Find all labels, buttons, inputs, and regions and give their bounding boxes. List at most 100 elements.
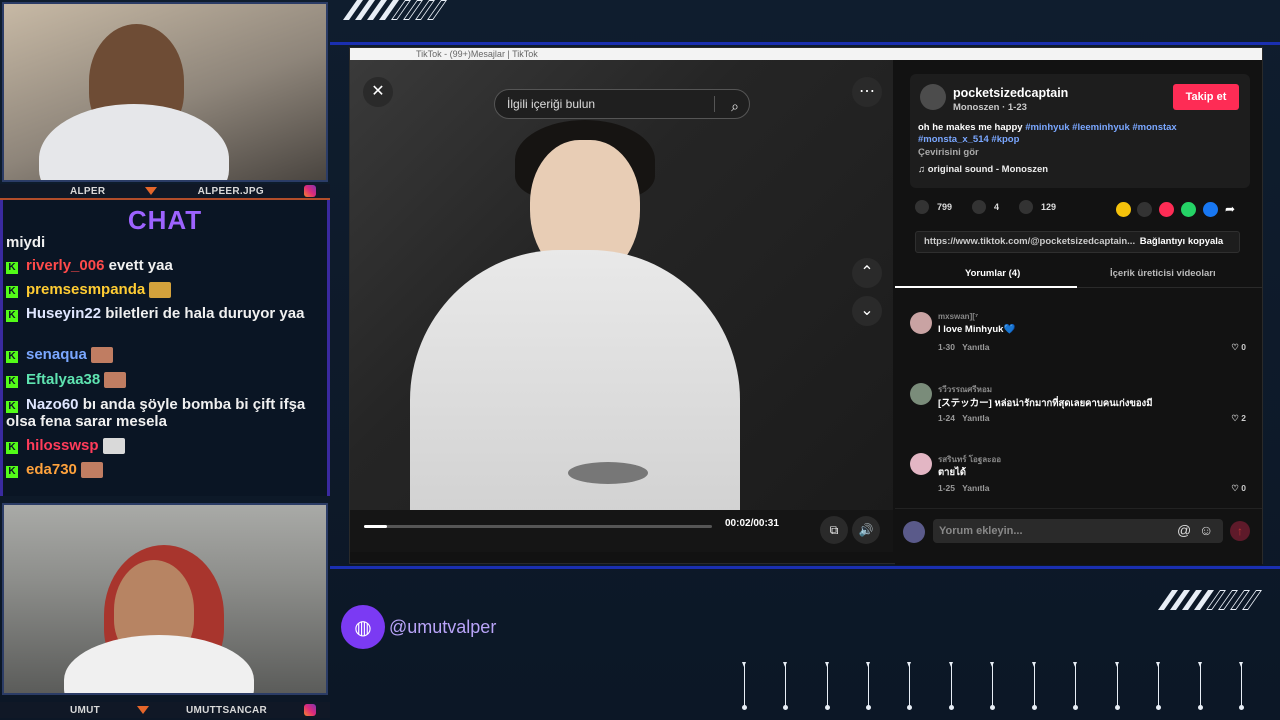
tick (949, 662, 954, 710)
chat-message: K Huseyin22 biletleri de hala duruyor yaa (6, 305, 322, 322)
embed-icon[interactable] (1137, 202, 1152, 217)
chat-message: Keda730 (6, 461, 322, 479)
chat-username[interactable]: riverly_006 (26, 257, 104, 274)
heart-icon[interactable] (915, 200, 929, 214)
share-arrow-icon[interactable]: ➦ (1225, 202, 1240, 217)
person-body (39, 104, 229, 180)
comment-like[interactable]: ♡ 0 (1231, 342, 1246, 353)
comment-avatar[interactable] (910, 312, 932, 334)
comment-text: I love Minhyuk💙 (938, 324, 1016, 335)
tick (1073, 662, 1078, 710)
tick (742, 662, 747, 710)
close-icon[interactable]: ✕ (363, 77, 393, 107)
chat-message: Kpremsesmpanda (6, 281, 322, 299)
cam1-name: ALPER (70, 185, 106, 197)
sound-name[interactable]: original sound - Monoszen (928, 164, 1048, 175)
whatsapp-icon[interactable] (1181, 202, 1196, 217)
chat-username[interactable]: eda730 (26, 461, 77, 478)
overlay-bottom-line (330, 566, 1280, 569)
search-placeholder: İlgili içeriği bulun (507, 97, 596, 111)
comment-text: [ステッカー] หล่อน่ารักมากที่สุดเลยคาบคนเก่งข… (938, 398, 1153, 409)
follow-button[interactable]: Takip et (1173, 84, 1239, 110)
reply-button[interactable]: Yanıtla (962, 342, 989, 352)
comment-avatar[interactable] (910, 453, 932, 475)
chat-username[interactable]: senaqua (26, 346, 87, 363)
comment-meta: 1-24 Yanıtla (938, 413, 990, 423)
reply-button[interactable]: Yanıtla (962, 413, 989, 423)
next-video-icon[interactable]: ⌄ (852, 296, 882, 326)
author-username[interactable]: pocketsizedcaptain (953, 86, 1068, 100)
tick (783, 662, 788, 710)
hashtags[interactable]: #minhyuk #leeminhyuk #monstax (1025, 122, 1177, 133)
browser-titlebar: TikTok - (99+)Mesajlar | TikTok (350, 48, 1262, 60)
tab-comments[interactable]: Yorumlar (4) (965, 268, 1020, 279)
stream-overlay: ALPER ALPEER.JPG CHAT miydi Kriverly_006… (0, 0, 1280, 720)
emote-icon (102, 438, 125, 455)
share-coin-icon[interactable] (1116, 202, 1131, 217)
webcam-alper (2, 2, 328, 182)
kick-icon: K (6, 286, 18, 298)
sound-row[interactable]: ♫ original sound - Monoszen (918, 164, 1048, 175)
progress-bar[interactable] (364, 525, 712, 528)
engagement-stats: 799 4 129 (915, 200, 1056, 214)
social-handle: ◍ @umutvalper (341, 605, 496, 649)
comment-date: 1-25 (938, 483, 956, 493)
mention-icon[interactable]: @ (1177, 522, 1191, 538)
chat-username[interactable]: Nazo60 (26, 396, 79, 413)
search-input[interactable]: İlgili içeriği bulun ⌕ (494, 89, 750, 119)
kick-icon: K (6, 442, 18, 454)
bookmark-icon[interactable] (1019, 200, 1034, 214)
kick-icon: K (6, 401, 18, 413)
kick-icon: K (6, 310, 18, 322)
nameplate-cam2: UMUT UMUTTSANCAR (0, 702, 330, 718)
pip-icon[interactable]: ⧉ (820, 516, 848, 544)
tick (1239, 662, 1244, 710)
webcam-umut (2, 503, 328, 695)
emote-icon (90, 347, 113, 364)
kick-icon: K (6, 466, 18, 478)
more-options-icon[interactable]: ⋯ (852, 77, 882, 107)
post-link[interactable]: https://www.tiktok.com/@pocketsizedcapta… (924, 236, 1135, 247)
search-icon[interactable]: ⌕ (731, 92, 739, 120)
chat-username[interactable]: hilosswsp (26, 437, 99, 454)
author-avatar[interactable] (920, 84, 946, 110)
chat-message: miydi (6, 234, 322, 251)
send-icon[interactable] (1159, 202, 1174, 217)
see-translation-link[interactable]: Çevirisini gör (918, 147, 979, 158)
previous-video-icon[interactable]: ⌃ (852, 258, 882, 288)
tick (990, 662, 995, 710)
copy-link-button[interactable]: Bağlantıyı kopyala (1124, 232, 1239, 252)
comment-avatar[interactable] (910, 383, 932, 405)
chat-username[interactable]: premsesmpanda (26, 281, 145, 298)
post-info-card: pocketsizedcaptain Monoszen · 1-23 Takip… (910, 74, 1250, 188)
chat-text: evett yaa (108, 257, 173, 274)
kick-icon: K (6, 351, 18, 363)
chat-username[interactable]: Huseyin22 (26, 305, 101, 322)
comment-like[interactable]: ♡ 2 (1231, 413, 1246, 424)
chat-text: miydi (6, 234, 46, 251)
emoji-icon[interactable]: ☺ (1199, 522, 1213, 538)
hashtags[interactable]: #monsta_x_514 #kpop (918, 134, 1019, 145)
video-player[interactable]: ✕ İlgili içeriği bulun ⌕ ⋯ ⌃ ⌄ (350, 60, 893, 510)
stripes-decoration-bottom (1157, 590, 1263, 610)
tab-creator-videos[interactable]: İçerik üreticisi videoları (1110, 268, 1216, 279)
kick-icon: K (6, 376, 18, 388)
send-comment-icon[interactable]: ↑ (1230, 521, 1250, 541)
emote-icon (104, 372, 127, 389)
panel-tabs: Yorumlar (4) İçerik üreticisi videoları (895, 266, 1262, 288)
reply-button[interactable]: Yanıtla (962, 483, 989, 493)
caption-text: oh he makes me happy (918, 122, 1023, 133)
comment-username[interactable]: mxswan][⁷ (938, 312, 978, 321)
chat-message: K Eftalyaa38 (6, 371, 322, 389)
instagram-icon (304, 185, 316, 197)
handle-text: @umutvalper (389, 616, 497, 637)
volume-icon[interactable]: 🔊 (852, 516, 880, 544)
browser-tab-title[interactable]: TikTok - (99+)Mesajlar | TikTok (416, 49, 538, 59)
comment-count: 4 (994, 202, 1000, 212)
tick (1156, 662, 1161, 710)
comment-like[interactable]: ♡ 0 (1231, 483, 1246, 494)
chat-text: biletleri de hala duruyor yaa (105, 305, 305, 322)
chat-username[interactable]: Eftalyaa38 (26, 371, 100, 388)
facebook-icon[interactable] (1203, 202, 1218, 217)
comment-icon[interactable] (972, 200, 987, 214)
